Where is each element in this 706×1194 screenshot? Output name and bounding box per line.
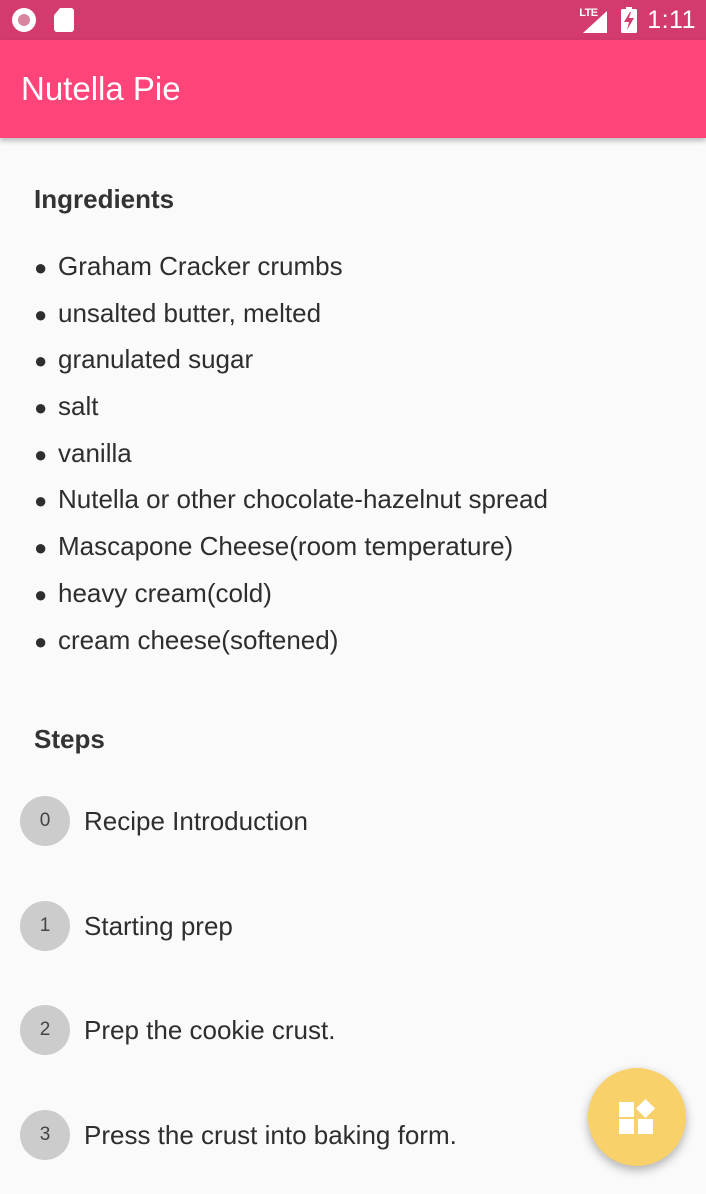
step-number-badge: 3 [20,1110,70,1161]
step-label: Prep the cookie crust. [84,1015,336,1046]
ingredient-text: Nutella or other chocolate-hazelnut spre… [58,484,548,515]
clock: 1:11 [647,5,696,34]
step-item-2[interactable]: 2 Prep the cookie crust. [20,1005,457,1110]
step-label: Press the crust into baking form. [84,1120,457,1151]
step-label: Recipe Introduction [84,806,309,836]
step-number-badge: 2 [20,1005,70,1056]
status-bar: LTE 1:11 [0,0,706,40]
step-list: 0 Recipe Introduction 1 Starting prep 2 … [20,796,457,1194]
step-item-3[interactable]: 3 Press the crust into baking form. [20,1110,457,1194]
ingredient-item: ● Mascapone Cheese(room temperature) [34,528,548,575]
bullet: ● [34,581,48,607]
bullet: ● [34,535,48,561]
ingredient-list: ● Graham Cracker crumbs ● unsalted butter,… [34,248,548,668]
ingredient-text: granulated sugar [58,344,254,375]
bullet: ● [34,488,48,514]
bullet: ● [34,255,48,280]
ingredient-item: ● Nutella or other chocolate-hazelnut spr… [34,481,548,528]
ingredient-text: Mascapone Cheese(room temperature) [58,531,514,562]
ingredient-item: ● vanilla [34,435,548,482]
steps-heading: Steps [34,724,105,754]
step-item-1[interactable]: 1 Starting prep [20,900,457,1006]
ingredient-item: ● heavy cream(cold) [34,575,548,622]
ingredient-item: ● cream cheese(softened) [34,622,548,669]
bullet: ● [34,628,48,654]
widgets-fab-button[interactable] [588,1068,686,1166]
recipe-detail-screen: LTE 1:11 Nutella Pie Ingredients ● Graham… [0,0,706,1194]
bullet: ● [34,441,48,467]
ingredient-text: vanilla [58,437,132,468]
step-number-badge: 1 [20,900,70,951]
ingredient-item: ● salt [34,388,548,435]
ingredient-text: heavy cream(cold) [58,577,272,608]
ingredient-text: salt [58,391,99,422]
ingredients-heading: Ingredients [34,184,175,214]
battery-charging-icon [621,7,638,33]
ingredient-item: ● unsalted butter, melted [34,295,548,342]
bullet: ● [34,395,48,421]
ingredient-text: cream cheese(softened) [58,624,339,655]
ingredient-text: Graham Cracker crumbs [58,251,343,281]
widgets-icon [619,1099,655,1134]
step-label: Starting prep [84,910,233,941]
page-title: Nutella Pie [21,70,181,107]
bullet: ● [34,301,48,327]
ingredient-text: unsalted butter, melted [58,297,322,328]
bullet: ● [34,348,48,374]
record-icon [12,8,36,32]
app-bar: Nutella Pie [0,40,706,138]
sd-card-icon [54,8,74,32]
ingredient-item: ● Graham Cracker crumbs [34,248,548,295]
signal-icon: LTE [579,7,611,33]
step-number-badge: 0 [20,796,70,846]
ingredient-item: ● granulated sugar [34,341,548,388]
step-item-0[interactable]: 0 Recipe Introduction [20,796,457,901]
